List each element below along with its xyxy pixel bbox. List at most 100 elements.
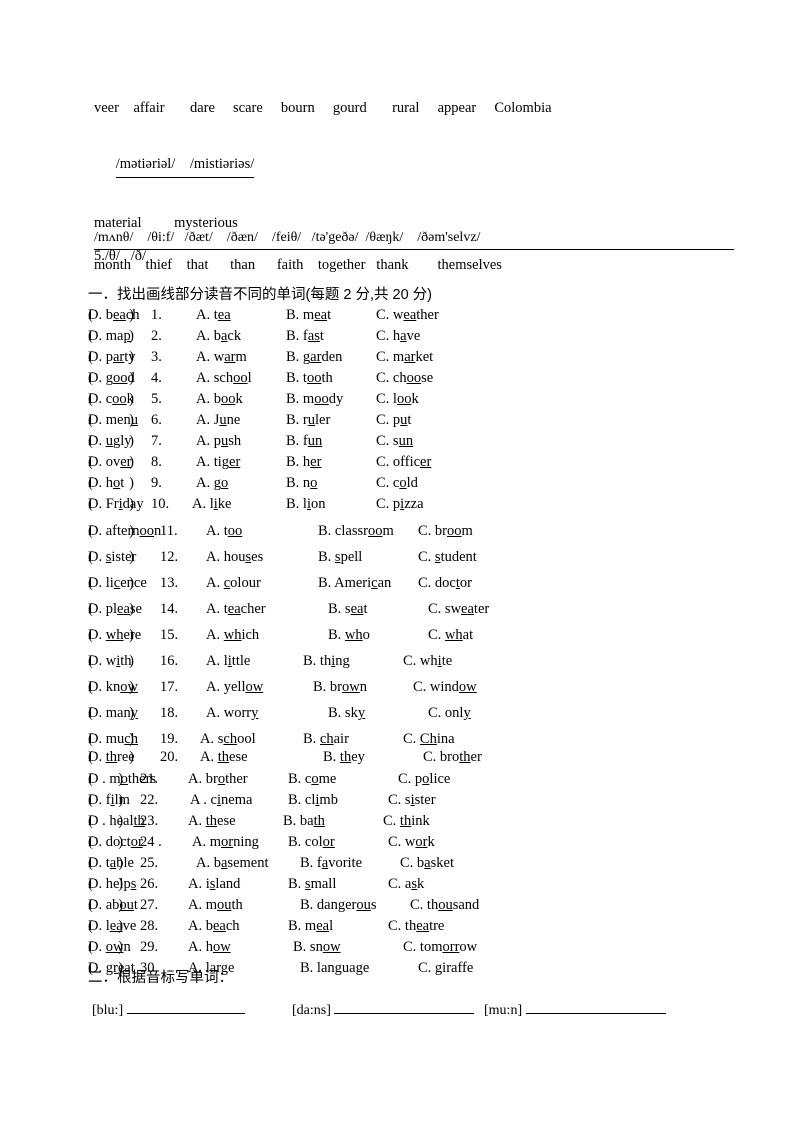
- question-option[interactable]: B. seat: [328, 600, 367, 618]
- question-option[interactable]: C. sweater: [428, 600, 489, 618]
- question-option[interactable]: B. classroom: [318, 522, 394, 540]
- question-option[interactable]: C. student: [418, 548, 477, 566]
- question-option[interactable]: C. giraffe: [418, 959, 473, 977]
- question-option[interactable]: D. menu: [88, 411, 138, 429]
- question-option[interactable]: D. film: [88, 791, 130, 809]
- question-option[interactable]: B. lion: [286, 495, 325, 513]
- question-option[interactable]: B. spell: [318, 548, 362, 566]
- question-option[interactable]: B. American: [318, 574, 391, 592]
- question-option[interactable]: A . cinema: [190, 791, 252, 809]
- question-option[interactable]: C. police: [398, 770, 450, 788]
- question-option[interactable]: C. cold: [376, 474, 418, 492]
- question-option[interactable]: C. basket: [400, 854, 454, 872]
- question-option[interactable]: C. doctor: [418, 574, 472, 592]
- question-option[interactable]: B. ruler: [286, 411, 330, 429]
- question-option[interactable]: D. map: [88, 327, 131, 345]
- question-option[interactable]: C. what: [428, 626, 473, 644]
- question-option[interactable]: D. doctor: [88, 833, 143, 851]
- question-option[interactable]: D. party: [88, 348, 136, 366]
- question-option[interactable]: C. think: [383, 812, 430, 830]
- question-option[interactable]: A. like: [192, 495, 231, 513]
- question-option[interactable]: C. tomorrow: [403, 938, 477, 956]
- question-option[interactable]: D. much: [88, 730, 138, 748]
- question-option[interactable]: A. back: [196, 327, 241, 345]
- question-option[interactable]: A. which: [206, 626, 259, 644]
- question-option[interactable]: C. work: [388, 833, 435, 851]
- question-option[interactable]: D. cook: [88, 390, 134, 408]
- question-option[interactable]: B. brown: [313, 678, 367, 696]
- question-option[interactable]: B. thing: [303, 652, 350, 670]
- question-option[interactable]: B. come: [288, 770, 336, 788]
- question-option[interactable]: B. garden: [286, 348, 342, 366]
- question-option[interactable]: A. school: [200, 730, 256, 748]
- question-option[interactable]: D. helps: [88, 875, 136, 893]
- question-option[interactable]: D. sister: [88, 548, 136, 566]
- question-option[interactable]: D. Friday: [88, 495, 144, 513]
- question-option[interactable]: C. put: [376, 411, 411, 429]
- question-option[interactable]: B. dangerous: [300, 896, 377, 914]
- question-option[interactable]: A. island: [188, 875, 240, 893]
- question-option[interactable]: C. sister: [388, 791, 436, 809]
- question-option[interactable]: B. who: [328, 626, 370, 644]
- question-option[interactable]: C. brother: [423, 748, 482, 766]
- question-option[interactable]: B. climb: [288, 791, 338, 809]
- question-option[interactable]: C. thousand: [410, 896, 479, 914]
- question-option[interactable]: D. know: [88, 678, 138, 696]
- question-option[interactable]: C. officer: [376, 453, 431, 471]
- question-option[interactable]: D . mothers: [88, 770, 156, 788]
- question-option[interactable]: A. these: [200, 748, 248, 766]
- question-option[interactable]: A. tiger: [196, 453, 240, 471]
- question-option[interactable]: A. book: [196, 390, 243, 408]
- question-option[interactable]: B. fast: [286, 327, 324, 345]
- question-option[interactable]: D. ugly: [88, 432, 132, 450]
- question-option[interactable]: A. morning: [192, 833, 259, 851]
- question-option[interactable]: A. warm: [196, 348, 247, 366]
- question-option[interactable]: A. little: [206, 652, 250, 670]
- question-option[interactable]: A. push: [196, 432, 241, 450]
- question-option[interactable]: B. snow: [293, 938, 341, 956]
- question-option[interactable]: D. about: [88, 896, 138, 914]
- question-option[interactable]: A. yellow: [206, 678, 263, 696]
- question-option[interactable]: D. afternoon: [88, 522, 161, 540]
- question-option[interactable]: D. hot: [88, 474, 124, 492]
- question-option[interactable]: D. three: [88, 748, 135, 766]
- question-option[interactable]: B. meat: [286, 306, 331, 324]
- question-option[interactable]: A. go: [196, 474, 228, 492]
- question-option[interactable]: D . health: [88, 812, 145, 830]
- question-option[interactable]: C. look: [376, 390, 419, 408]
- question-option[interactable]: B. fun: [286, 432, 322, 450]
- question-option[interactable]: B. language: [300, 959, 369, 977]
- question-option[interactable]: C. theatre: [388, 917, 444, 935]
- question-option[interactable]: C. window: [413, 678, 477, 696]
- question-option[interactable]: B. favorite: [300, 854, 362, 872]
- question-option[interactable]: C. sun: [376, 432, 413, 450]
- answer-blank-line[interactable]: [126, 1000, 245, 1014]
- question-option[interactable]: A. how: [188, 938, 231, 956]
- question-option[interactable]: D. with: [88, 652, 132, 670]
- question-option[interactable]: C. have: [376, 327, 420, 345]
- question-option[interactable]: B. color: [288, 833, 335, 851]
- question-option[interactable]: D. where: [88, 626, 141, 644]
- answer-blank-line[interactable]: [334, 1000, 475, 1014]
- question-option[interactable]: D. table: [88, 854, 134, 872]
- question-option[interactable]: C. market: [376, 348, 433, 366]
- question-option[interactable]: D. licence: [88, 574, 147, 592]
- question-option[interactable]: C. choose: [376, 369, 433, 387]
- question-option[interactable]: C. ask: [388, 875, 424, 893]
- question-option[interactable]: C. China: [403, 730, 455, 748]
- question-option[interactable]: A. tea: [196, 306, 231, 324]
- question-option[interactable]: A. June: [196, 411, 240, 429]
- question-option[interactable]: C. only: [428, 704, 471, 722]
- question-option[interactable]: A. basement: [196, 854, 269, 872]
- question-option[interactable]: D. good: [88, 369, 135, 387]
- question-option[interactable]: B. no: [286, 474, 317, 492]
- question-option[interactable]: A. too: [206, 522, 242, 540]
- question-option[interactable]: A. colour: [206, 574, 261, 592]
- question-option[interactable]: B. sky: [328, 704, 365, 722]
- question-option[interactable]: B. meal: [288, 917, 333, 935]
- question-option[interactable]: A. school: [196, 369, 252, 387]
- question-option[interactable]: B. tooth: [286, 369, 333, 387]
- question-option[interactable]: B. chair: [303, 730, 349, 748]
- question-option[interactable]: D. many: [88, 704, 138, 722]
- question-option[interactable]: C. broom: [418, 522, 473, 540]
